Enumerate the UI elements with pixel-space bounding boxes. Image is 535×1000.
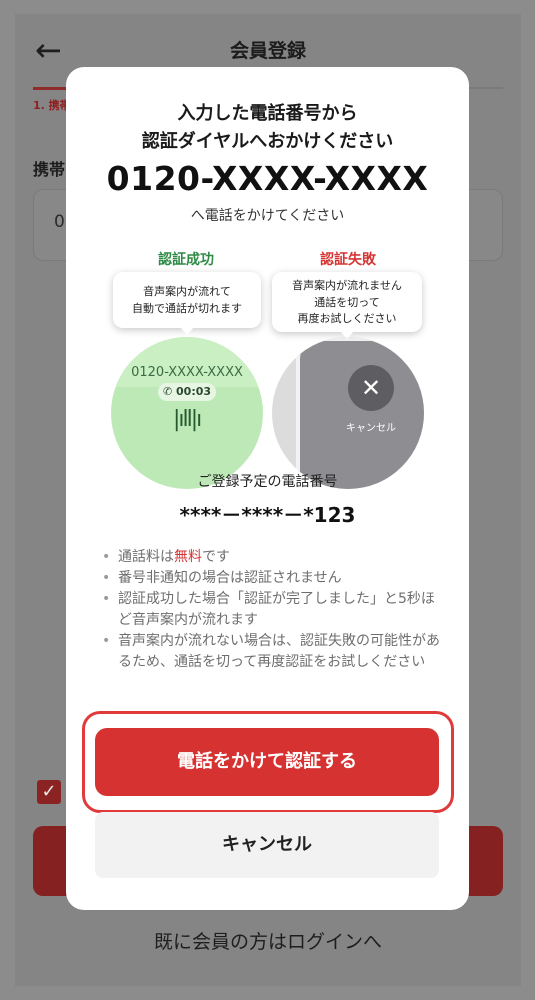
note-item: 番号非通知の場合は認証されません — [102, 568, 447, 589]
agree-checkbox[interactable]: ✓ — [37, 780, 61, 804]
call-verify-button[interactable]: 電話をかけて認証する — [95, 728, 439, 796]
failure-bubble-line1: 音声案内が流れません — [292, 279, 402, 292]
success-illustration: 0120-XXXX-XXXX ✆ 00:03 |ıll|ı — [111, 337, 263, 489]
screen: ← 会員登録 1. 携帯 携帯 0 ✓ 既に会員の方はログインへ 入力した電話番… — [0, 0, 535, 1000]
success-bubble-line1: 音声案内が流れて — [143, 285, 231, 298]
failure-label: 認証失敗 — [320, 252, 376, 268]
failure-bubble-line3: 再度お試しください — [297, 312, 397, 325]
call-timer-value: 00:03 — [176, 385, 212, 398]
note-item: 音声案内が流れない場合は、認証失敗の可能性があるため、通話を切って再度認証をお試… — [102, 631, 447, 673]
modal-title-line1: 入力した電話番号から — [177, 103, 358, 124]
call-timer: ✆ 00:03 — [158, 383, 216, 401]
field-label: 携帯 — [33, 160, 66, 179]
phone-input-value: 0 — [54, 212, 65, 232]
login-link[interactable]: 既に会員の方はログインへ — [15, 927, 521, 954]
dial-phone-number: 0120-XXXX-XXXX — [106, 159, 429, 198]
note-item: 認証成功した場合「認証が完了しました」と5秒ほど音声案内が流れます — [102, 589, 447, 631]
failure-bubble-line2: 通話を切って — [314, 295, 380, 309]
failure-bubble: 音声案内が流れません 通話を切って 再度お試しください — [272, 272, 422, 339]
voice-wave-icon: |ıll|ı — [173, 407, 202, 432]
success-bubble-line2: 自動で通話が切れます — [132, 301, 242, 315]
note-item: 通話料は無料です — [102, 547, 447, 568]
dial-instruction: へ電話をかけてください — [190, 208, 345, 224]
notes-list: 通話料は無料です 番号非通知の場合は認証されません 認証成功した場合「認証が完了… — [102, 547, 447, 673]
cancel-button[interactable]: キャンセル — [95, 812, 439, 878]
failure-illustration: ✕ キャンセル — [272, 337, 424, 489]
success-bubble: 音声案内が流れて 自動で通話が切れます — [113, 272, 261, 335]
registration-number: ****－****－*123 — [179, 503, 356, 527]
failure-screen-cancel: キャンセル — [346, 423, 396, 434]
failure-phone-screen: ✕ キャンセル — [296, 337, 424, 489]
page-title: 会員登録 — [229, 40, 306, 62]
success-label: 認証成功 — [158, 252, 214, 268]
success-screen-number: 0120-XXXX-XXXX — [131, 365, 243, 380]
verification-modal: 入力した電話番号から 認証ダイヤルへおかけください 0120-XXXX-XXXX… — [66, 67, 469, 910]
modal-title-line2: 認証ダイヤルへおかけください — [141, 131, 394, 152]
free-highlight: 無料 — [174, 549, 202, 565]
phone-icon: ✆ — [162, 385, 177, 398]
close-icon: ✕ — [348, 365, 394, 411]
registration-label: ご登録予定の電話番号 — [197, 474, 338, 490]
